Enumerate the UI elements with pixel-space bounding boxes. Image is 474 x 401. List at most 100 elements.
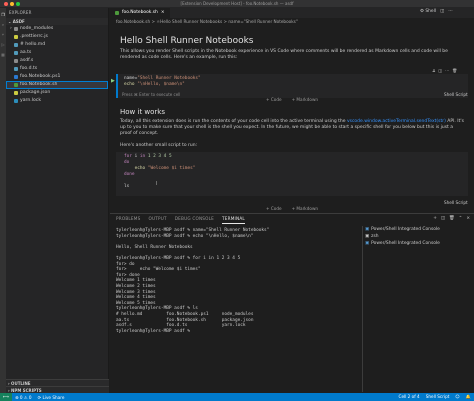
cell-position: Cell 2 of 4 xyxy=(398,394,420,399)
file-item[interactable]: package.json xyxy=(6,89,108,97)
terminal-name: zsh xyxy=(371,234,379,239)
split-cell-icon[interactable]: ◫ xyxy=(438,68,442,73)
title-bar: [Extension Development Host] - foo.Noteb… xyxy=(0,0,474,8)
file-icon xyxy=(14,43,18,47)
terminal-list-item[interactable]: ▣ Power/Shell Integrated Console xyxy=(363,240,474,247)
code-token: echo xyxy=(124,82,138,87)
execute-below-icon[interactable]: ⇊ xyxy=(432,68,435,73)
how-text: Today, all this extension does is run th… xyxy=(120,119,464,136)
terminal-icon: ▣ xyxy=(365,241,370,246)
notebook-heading: Hello Shell Runner Notebooks xyxy=(120,36,254,46)
file-item[interactable]: asdf.s xyxy=(6,57,108,65)
panel-toolbar: + ◫ 🗑 ⌃ × xyxy=(433,216,470,221)
file-icon xyxy=(14,83,18,87)
file-item[interactable]: .prettierrc.js xyxy=(6,33,108,41)
explorer-sidebar: EXPLORER ⌄ ASDF › node_modules .prettierrc… xyxy=(6,8,109,393)
file-icon xyxy=(14,51,18,55)
file-item[interactable]: › node_modules xyxy=(6,25,108,33)
code-token: name= xyxy=(124,76,138,81)
notifications-icon[interactable]: 🔔 xyxy=(463,394,474,400)
tab-output[interactable]: OUTPUT xyxy=(148,214,166,224)
code-cell-2[interactable]: for i in 1 2 3 4 5 do echo "Welcome $i ti… xyxy=(116,152,468,196)
breadcrumb[interactable]: foo.Notebook.sh > ⚛Hello Shell Runner No… xyxy=(110,18,474,26)
file-name: foo.Notebook.sh xyxy=(20,82,58,87)
file-icon xyxy=(14,75,18,79)
file-icon xyxy=(14,67,18,71)
file-name: yarn.lock xyxy=(20,98,41,103)
add-code-button-2[interactable]: + Code xyxy=(266,206,282,211)
delete-cell-icon[interactable]: 🗑 xyxy=(452,68,457,73)
code-editor-2[interactable]: for i in 1 2 3 4 5 do echo "Welcome $i ti… xyxy=(118,152,468,190)
remote-indicator[interactable]: ⟷ xyxy=(0,393,13,401)
file-item[interactable]: foo.Notebook.ps1 xyxy=(6,73,108,81)
code-token: done xyxy=(124,172,135,177)
add-code-button[interactable]: + Code xyxy=(266,97,282,102)
file-icon xyxy=(14,35,18,39)
live-share-button[interactable]: ⟳ Live Share xyxy=(35,395,68,400)
file-item[interactable]: foo.d.ts xyxy=(6,65,108,73)
file-name: package.json xyxy=(20,90,51,95)
file-icon xyxy=(14,59,18,63)
more-cell-actions-icon[interactable]: ⋯ xyxy=(445,68,449,73)
add-cell-row-2: + Code + Markdown xyxy=(266,206,318,211)
terminal-icon: ▣ xyxy=(365,227,370,232)
feedback-icon[interactable]: ☺ xyxy=(452,394,462,400)
new-terminal-icon[interactable]: + xyxy=(433,216,437,221)
file-item[interactable]: yarn.lock xyxy=(6,97,108,105)
file-icon xyxy=(14,99,18,103)
close-panel-icon[interactable]: × xyxy=(466,216,470,221)
kill-terminal-icon[interactable]: 🗑 xyxy=(449,216,455,221)
file-item[interactable]: aa.ts xyxy=(6,49,108,57)
terminal-line: tylerleonh@Tylers-MBP asdf % xyxy=(116,328,193,334)
more-actions-icon[interactable]: ⋯ xyxy=(448,9,452,14)
execute-hint: Press ⌘ Enter to execute cell xyxy=(122,92,181,97)
another-script-text: Here's another small script to run: xyxy=(120,143,198,148)
split-editor-icon[interactable]: ◫ xyxy=(440,9,444,14)
code-token: "\nHello, $name\n" xyxy=(137,82,185,87)
run-cell-button[interactable]: ▶ xyxy=(111,78,115,84)
terminal-list-item[interactable]: ▣ zsh xyxy=(363,233,474,240)
add-markdown-button-2[interactable]: + Markdown xyxy=(292,206,318,211)
tab-debug-console[interactable]: DEBUG CONSOLE xyxy=(175,214,214,224)
file-name: asdf.s xyxy=(20,58,34,63)
code-token: ls xyxy=(124,184,130,189)
text-cursor: I xyxy=(156,181,158,187)
code-line: ls xyxy=(118,184,468,190)
tab-foo-notebook-sh[interactable]: foo.Notebook.sh × xyxy=(110,8,171,18)
intro-text: This allows you render Shell scripts in … xyxy=(120,49,448,60)
code-token: "Shell Runner Notebooks" xyxy=(137,76,201,81)
npm-scripts-section[interactable]: › NPM SCRIPTS xyxy=(6,386,109,393)
workspace-root[interactable]: ⌄ ASDF xyxy=(6,18,108,25)
code-editor-1[interactable]: name="Shell Runner Notebooks" echo "\nHel… xyxy=(118,74,468,88)
problems-count[interactable]: ⊗ 0 ⚠ 0 xyxy=(12,395,35,400)
terminal-icon: ▣ xyxy=(365,234,370,239)
api-link[interactable]: vscode.window.activeTerminal.sendText(st… xyxy=(347,119,446,124)
file-tree: › node_modules .prettierrc.js # hello.md aa.… xyxy=(6,25,108,105)
kernel-picker[interactable]: ⚙ Shell xyxy=(420,9,436,14)
cell-language-2[interactable]: Shell Script xyxy=(444,200,468,205)
tab-terminal[interactable]: TERMINAL xyxy=(222,214,245,224)
add-markdown-button[interactable]: + Markdown xyxy=(292,97,318,102)
tab-problems[interactable]: PROBLEMS xyxy=(116,214,140,224)
code-line: echo "\nHello, $name\n" xyxy=(118,82,468,88)
section-heading: How it works xyxy=(120,108,165,116)
split-terminal-icon[interactable]: ◫ xyxy=(441,216,445,221)
terminal-name: Power/Shell Integrated Console xyxy=(371,241,440,246)
outline-section[interactable]: › OUTLINE xyxy=(6,379,109,386)
file-name: .prettierrc.js xyxy=(20,34,48,39)
cell-language-1[interactable]: Shell Script xyxy=(444,92,468,97)
file-item[interactable]: foo.Notebook.sh xyxy=(6,81,108,89)
terminal-output[interactable]: tylerleonh@Tylers-MBP asdf % name="Shell… xyxy=(116,228,362,334)
language-mode[interactable]: Shell Script xyxy=(423,394,453,400)
file-item[interactable]: # hello.md xyxy=(6,41,108,49)
maximize-panel-icon[interactable]: ⌃ xyxy=(459,216,463,221)
terminal-list-item[interactable]: ▣ Power/Shell Integrated Console xyxy=(363,226,474,233)
markdown-cell-how[interactable]: How it works Today, all this extension d… xyxy=(110,108,474,149)
file-name: # hello.md xyxy=(20,42,46,47)
terminal-list: ▣ Power/Shell Integrated Console ▣ zsh ▣ Powe… xyxy=(362,226,474,392)
markdown-cell-intro[interactable]: Hello Shell Runner Notebooks This allows… xyxy=(110,26,474,61)
folder-icon xyxy=(13,27,18,31)
code-token: in xyxy=(139,154,148,159)
close-icon[interactable]: × xyxy=(161,8,165,18)
file-name: foo.d.ts xyxy=(20,66,38,71)
